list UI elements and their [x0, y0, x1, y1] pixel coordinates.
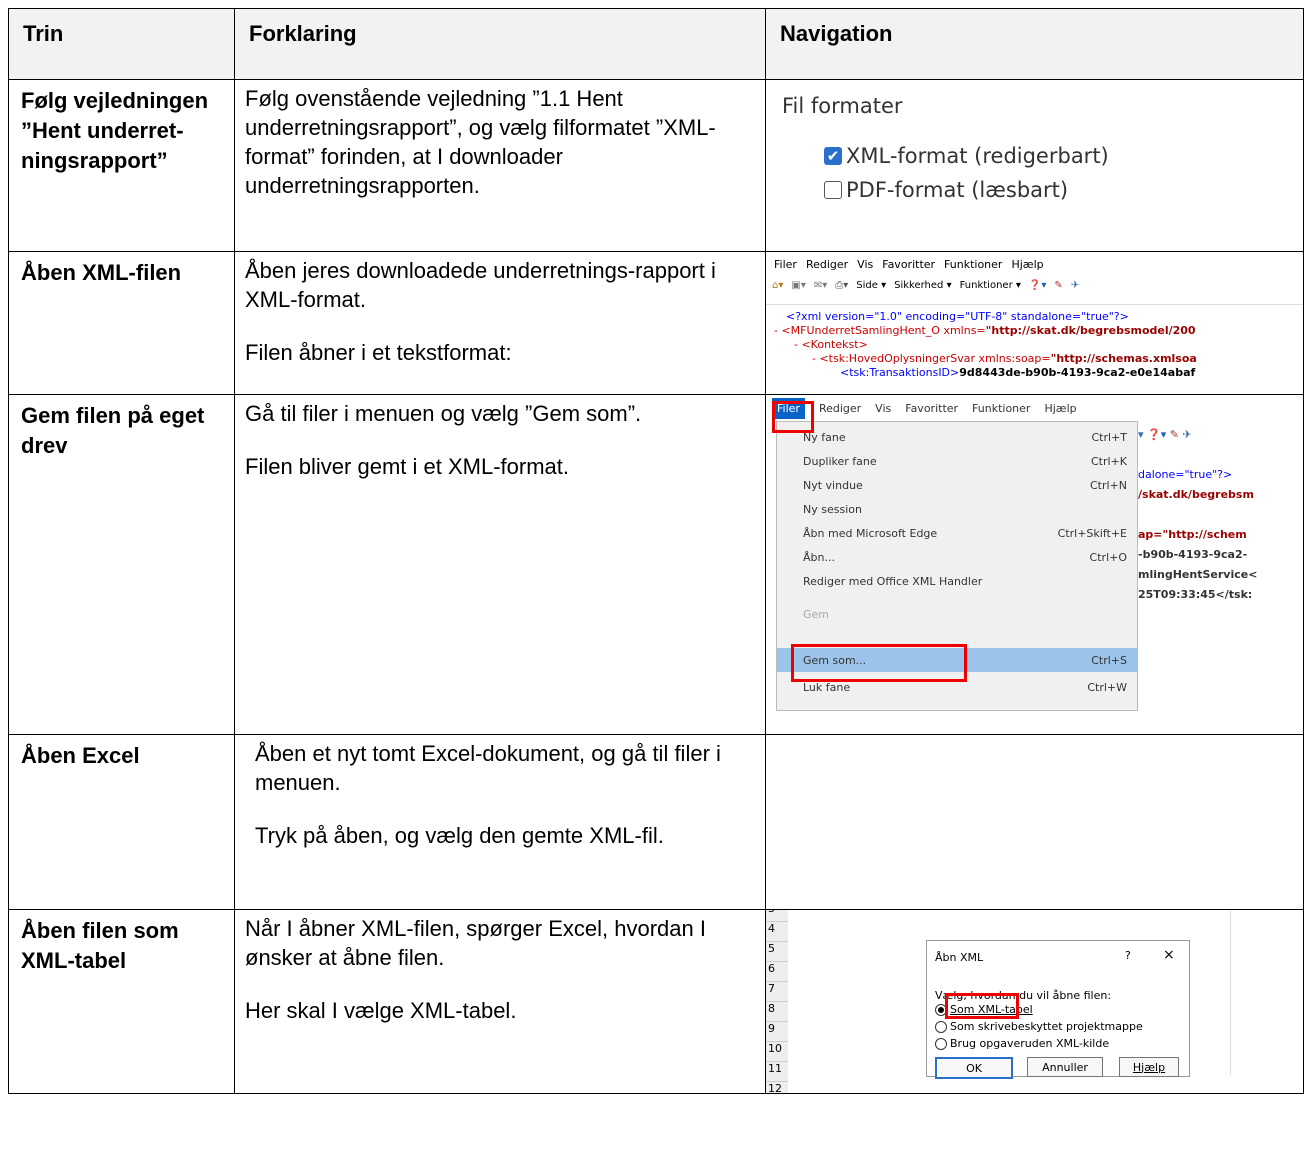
explanation-cell: Gå til filer i menuen og vælg ”Gem som”.… — [234, 394, 766, 735]
menu-vis[interactable]: Vis — [875, 402, 891, 415]
mail-icon[interactable]: ✉▾ — [814, 280, 827, 291]
row-number: 10 — [766, 1042, 788, 1062]
menu-vis[interactable]: Vis — [857, 258, 873, 271]
explanation-cell: Åben et nyt tomt Excel-dokument, og gå t… — [234, 734, 766, 910]
step-cell: Åben filen som XML-tabel — [8, 909, 235, 1094]
ie-xml-screenshot: Filer Rediger Vis Favoritter Funktioner … — [765, 251, 1304, 395]
menu-funktioner[interactable]: Funktioner — [972, 402, 1030, 415]
menu-favoritter[interactable]: Favoritter — [905, 402, 958, 415]
menu-rediger[interactable]: Rediger — [819, 402, 861, 415]
highlight-box-filer — [772, 401, 814, 433]
checkbox-checked-icon[interactable]: ✔ — [824, 147, 842, 165]
menu-favoritter[interactable]: Favoritter — [882, 258, 935, 271]
file-menu-screenshot: Filer Rediger Vis Favoritter Funktioner … — [765, 394, 1304, 735]
row-number: 11 — [766, 1062, 788, 1082]
help-icon: ❓▾ — [1147, 428, 1167, 441]
step-cell: Åben Excel — [8, 734, 235, 910]
table-row: Følg vejledningen ”Hent underret-ningsra… — [8, 79, 1304, 252]
menu-item-dupliker-fane[interactable]: Dupliker fane Ctrl+K — [803, 450, 1127, 472]
navigation-cell-empty — [765, 734, 1304, 910]
menu-item-gem: Gem — [803, 607, 830, 621]
home-icon[interactable]: ⌂▾ — [772, 280, 783, 291]
row-number: 6 — [766, 962, 788, 982]
xml-format-option[interactable]: ✔ XML-format (redigerbart) — [824, 144, 1109, 168]
menu-hjaelp[interactable]: Hjælp — [1011, 258, 1043, 271]
pdf-format-option[interactable]: PDF-format (læsbart) — [824, 178, 1068, 202]
file-dropdown-menu: Ny fane Ctrl+T Dupliker fane Ctrl+K Nyt vi… — [776, 421, 1138, 711]
menu-filer[interactable]: Filer — [774, 258, 797, 271]
highlight-box-xml-table — [945, 993, 1019, 1019]
help-icon[interactable]: ❓▾ — [1029, 280, 1046, 291]
row-number: 7 — [766, 982, 788, 1002]
toolbar-divider — [766, 304, 1303, 305]
funktioner-menu[interactable]: Funktioner ▾ — [960, 280, 1021, 291]
translate-icon[interactable]: ✈ — [1071, 280, 1079, 291]
menu-hjaelp[interactable]: Hjælp — [1044, 402, 1076, 415]
fileformat-screenshot: Fil formater ✔ XML-format (redigerbart) … — [765, 79, 1304, 252]
radio-icon[interactable] — [935, 1037, 947, 1050]
side-menu[interactable]: Side ▾ — [856, 280, 886, 291]
background-xml: ▾ ❓▾ ✎ ✈ dalone="true"?> /skat.dk/begreb… — [1138, 428, 1258, 601]
radio-icon[interactable] — [935, 1020, 947, 1033]
row-number: 8 — [766, 1002, 788, 1022]
explanation-cell: Åben jeres downloadede underretnings-rap… — [234, 251, 766, 395]
row-number: 5 — [766, 942, 788, 962]
explanation-cell: Følg ovenstående vejledning ”1.1 Hent un… — [234, 79, 766, 252]
print-icon[interactable]: ⎙▾ — [835, 280, 848, 291]
open-xml-dialog: Åbn XML ? × Vælg, hvordan du vil åbne fi… — [926, 940, 1190, 1079]
radio-readonly-workbook[interactable]: Som skrivebeskyttet projektmappe — [935, 1020, 1143, 1033]
explanation-cell: Når I åbner XML-filen, spørger Excel, hv… — [234, 909, 766, 1094]
sikkerhed-menu[interactable]: Sikkerhed ▾ — [894, 280, 951, 291]
table-row: Åben XML-filen Åben jeres downloadede un… — [8, 251, 1304, 395]
header-navigation: Navigation — [765, 8, 1304, 80]
excel-dialog-screenshot: 3 4 5 6 7 8 9 10 11 12 Åbn XML ? × Vælg,… — [765, 909, 1304, 1094]
radio-xml-source[interactable]: Brug opgaveruden XML-kilde — [935, 1037, 1109, 1050]
row-number: 4 — [766, 922, 788, 942]
ok-button[interactable]: OK — [935, 1057, 1013, 1079]
row-number: 3 — [766, 910, 788, 922]
step-cell: Følg vejledningen ”Hent underret-ningsra… — [8, 79, 235, 252]
ie-toolbar: ⌂▾ ▣▾ ✉▾ ⎙▾ Side ▾ Sikkerhed ▾ Funktione… — [772, 280, 1079, 291]
row-number: 9 — [766, 1022, 788, 1042]
ie-menubar: Filer Rediger Vis Favoritter Funktioner … — [774, 258, 1044, 271]
help-button[interactable]: Hjælp — [1119, 1057, 1179, 1077]
menu-item-ny-fane[interactable]: Ny fane Ctrl+T — [803, 426, 1127, 448]
table-row: Gem filen på eget drev Gå til filer i me… — [8, 394, 1304, 735]
dialog-title: Åbn XML — [935, 951, 984, 964]
step-cell: Gem filen på eget drev — [8, 394, 235, 735]
header-explanation: Forklaring — [234, 8, 766, 80]
header-step: Trin — [8, 8, 235, 80]
research-icon[interactable]: ✎ — [1054, 280, 1062, 291]
menu-item-aabn[interactable]: Åbn... Ctrl+O — [803, 546, 1127, 568]
step-cell: Åben XML-filen — [8, 251, 235, 395]
checkbox-icon[interactable] — [824, 181, 842, 199]
row-number: 12 — [766, 1082, 788, 1093]
table-row: Åben filen som XML-tabel Når I åbner XML… — [8, 909, 1304, 1094]
xml-source: <?xml version="1.0" encoding="UTF-8" sta… — [774, 310, 1197, 379]
cancel-button[interactable]: Annuller — [1027, 1057, 1103, 1077]
menubar: Filer Rediger Vis Favoritter Funktioner … — [766, 395, 1303, 421]
header-row: Trin Forklaring Navigation — [8, 8, 1304, 80]
translate-icon: ✈ — [1182, 428, 1192, 441]
instruction-table: Trin Forklaring Navigation Følg vejledni… — [8, 8, 1304, 1094]
research-icon: ✎ — [1169, 428, 1179, 441]
highlight-box-gem-som — [791, 644, 967, 682]
fileformat-title: Fil formater — [782, 94, 903, 118]
help-icon[interactable]: ? — [1125, 949, 1131, 962]
menu-item-ny-session[interactable]: Ny session — [803, 498, 1127, 520]
menu-item-aabn-edge[interactable]: Åbn med Microsoft Edge Ctrl+Skift+E — [803, 522, 1127, 544]
feeds-icon[interactable]: ▣▾ — [791, 280, 805, 291]
menu-funktioner[interactable]: Funktioner — [944, 258, 1002, 271]
table-row: Åben Excel Åben et nyt tomt Excel-dokume… — [8, 734, 1304, 910]
menu-rediger[interactable]: Rediger — [806, 258, 848, 271]
menu-item-nyt-vindue[interactable]: Nyt vindue Ctrl+N — [803, 474, 1127, 496]
close-icon[interactable]: × — [1163, 947, 1175, 963]
menu-item-rediger-office[interactable]: Rediger med Office XML Handler — [803, 570, 1127, 592]
